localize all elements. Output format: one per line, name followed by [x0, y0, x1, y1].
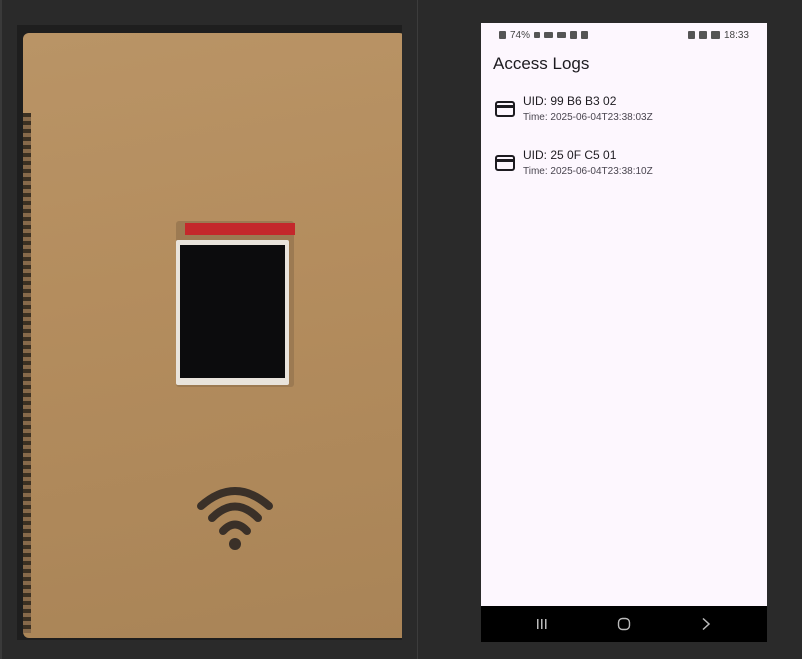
- battery-icon: [499, 31, 506, 39]
- nfc-wifi-icon: [197, 487, 273, 550]
- cardboard-corrugated-edge: [23, 113, 31, 633]
- device-photo: [17, 25, 402, 640]
- panel-divider: [417, 0, 418, 659]
- log-item[interactable]: UID: 99 B6 B3 02 Time: 2025-06-04T23:38:…: [481, 93, 767, 147]
- recents-icon: [537, 619, 547, 629]
- log-uid: UID: 99 B6 B3 02: [523, 94, 617, 108]
- lock-icon: [581, 31, 589, 39]
- battery-level: 74%: [510, 29, 531, 41]
- data-icon: [544, 32, 554, 38]
- log-item[interactable]: UID: 25 0F C5 01 Time: 2025-06-04T23:38:…: [481, 147, 767, 201]
- display-pcb: [185, 223, 295, 235]
- phone-screen: 74% 18:33 Access Logs UID: 99 B6 B3 02 T…: [481, 23, 767, 642]
- navigation-bar: [481, 606, 767, 642]
- credit-card-icon: [495, 155, 515, 171]
- wifi-status-icon: [557, 32, 567, 38]
- home-button[interactable]: [604, 609, 644, 639]
- image-notification-icon: [698, 31, 707, 39]
- home-icon: [617, 617, 631, 631]
- credit-card-icon: [495, 101, 515, 117]
- back-button[interactable]: [686, 609, 726, 639]
- page-title: Access Logs: [493, 54, 590, 73]
- recents-button[interactable]: [522, 609, 562, 639]
- log-uid: UID: 25 0F C5 01: [523, 148, 617, 162]
- log-time: Time: 2025-06-04T23:38:03Z: [523, 112, 653, 123]
- back-icon: [702, 617, 711, 631]
- mail-notification-icon: [710, 31, 720, 39]
- status-bar: 74% 18:33: [481, 23, 767, 47]
- clock: 18:33: [723, 29, 749, 41]
- cardboard-enclosure: [23, 33, 402, 638]
- window-edge: [0, 0, 2, 659]
- signal-icon: [534, 32, 541, 38]
- tft-display: [180, 245, 285, 378]
- log-time: Time: 2025-06-04T23:38:10Z: [523, 166, 653, 177]
- check-notification-icon: [687, 31, 695, 39]
- alarm-icon: [570, 31, 578, 39]
